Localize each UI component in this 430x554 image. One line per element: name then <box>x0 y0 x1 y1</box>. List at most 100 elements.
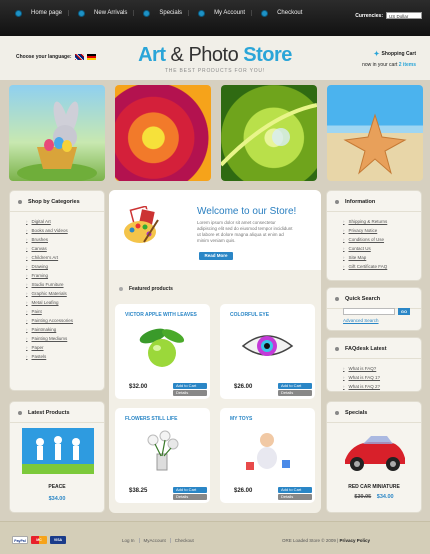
bullet-icon <box>199 10 205 16</box>
peace-product-image[interactable] <box>22 428 94 474</box>
faq-title: FAQdesk Latest <box>327 338 421 359</box>
information-box: Information Shipping & Returns Privacy N… <box>326 190 422 281</box>
welcome-panel: Welcome to our Store! Lorem ipsum dolor … <box>109 190 321 270</box>
main-content: Welcome to our Store! Lorem ipsum dolor … <box>109 190 321 513</box>
flowers-image[interactable] <box>135 428 190 473</box>
leaf-droplet-banner[interactable] <box>221 85 317 181</box>
advanced-search-link[interactable]: Advanced Search <box>343 318 379 323</box>
details-button[interactable]: Details <box>278 494 312 500</box>
read-more-button[interactable]: Read More <box>199 252 233 260</box>
category-link[interactable]: Pastels <box>26 352 104 361</box>
nav-label: My Account <box>214 10 246 16</box>
category-link[interactable]: Graphic Materials <box>26 289 104 298</box>
product-card: FLOWERS STILL LIFE $38.25 Add to Cart De… <box>115 408 210 503</box>
nav-specials[interactable]: Specials <box>133 10 188 16</box>
specials-product-name[interactable]: RED CAR MINIATURE <box>327 484 421 490</box>
info-link[interactable]: Shipping & Returns <box>343 217 421 226</box>
category-link[interactable]: Paint <box>26 307 104 316</box>
mastercard-icon: MC <box>31 536 47 544</box>
header: Choose your language: Art & Photo Store … <box>0 36 430 80</box>
information-title: Information <box>327 191 421 212</box>
footer-account-link[interactable]: MyAccount <box>138 538 170 543</box>
cart-status: now in your cart 2 items <box>362 62 416 68</box>
info-link[interactable]: Conditions of Use <box>343 235 421 244</box>
info-link[interactable]: Site Map <box>343 253 421 262</box>
cart-icon: ✦ <box>373 51 380 58</box>
nav-home[interactable]: Home page <box>6 10 68 16</box>
footer-links: Log In MyAccount Checkout <box>118 538 198 543</box>
quick-search-box: Quick Search GO Advanced Search <box>326 287 422 331</box>
add-to-cart-button[interactable]: Add to Cart <box>173 383 207 389</box>
categories-box: Shop by Categories Digital Art Books and… <box>9 190 105 391</box>
category-link[interactable]: Painting Mediums <box>26 334 104 343</box>
currency-label: Currencies: <box>355 12 383 19</box>
flower-petals-banner[interactable] <box>115 85 211 181</box>
product-price: $26.00 <box>234 488 253 494</box>
category-link[interactable]: Canvas <box>26 244 104 253</box>
apple-image[interactable] <box>135 324 190 369</box>
details-button[interactable]: Details <box>278 390 312 396</box>
search-go-button[interactable]: GO <box>398 308 410 315</box>
specials-prices: $39.95 $34.00 <box>327 494 421 500</box>
nav-label: Checkout <box>277 10 303 16</box>
footer-checkout-link[interactable]: Checkout <box>169 538 198 543</box>
specials-box: Specials RED CAR MINIATURE $39.95 $34.00 <box>326 401 422 513</box>
special-price: $34.00 <box>376 494 394 500</box>
category-link[interactable]: Brushes <box>26 235 104 244</box>
box-title-text: FAQdesk Latest <box>345 346 387 352</box>
category-link[interactable]: Children's Art <box>26 253 104 262</box>
eye-image[interactable] <box>240 324 295 369</box>
product-name[interactable]: MY TOYS <box>230 416 252 422</box>
info-link[interactable]: Privacy Notice <box>343 226 421 235</box>
product-name[interactable]: FLOWERS STILL LIFE <box>125 416 177 422</box>
faq-link[interactable]: What is FAQ? <box>343 364 421 373</box>
category-link[interactable]: Studio Furniture <box>26 280 104 289</box>
footer: PayPal MC VISA Log In MyAccount Checkout… <box>0 521 430 554</box>
currency-select[interactable]: US Dollar <box>386 12 422 19</box>
bullet-icon <box>16 10 21 16</box>
nav-label: New Arrivals <box>94 10 128 16</box>
droplet-illustration <box>221 103 317 167</box>
faq-link[interactable]: What is FAQ 1? <box>343 373 421 382</box>
category-link[interactable]: Books and Videos <box>26 226 104 235</box>
search-input[interactable] <box>343 308 395 315</box>
nav-checkout[interactable]: Checkout <box>251 10 308 16</box>
shopping-cart-box[interactable]: ✦ Shopping Cart now in your cart 2 items <box>362 50 416 68</box>
starfish-beach-banner[interactable] <box>327 85 423 181</box>
category-link[interactable]: Painting Accessories <box>26 316 104 325</box>
category-link[interactable]: Paper <box>26 343 104 352</box>
main-nav: Home page New Arrivals Specials My Accou… <box>6 10 308 16</box>
category-link[interactable]: Drawing <box>26 262 104 271</box>
easter-bunny-banner[interactable] <box>9 85 105 181</box>
category-link[interactable]: Framing <box>26 271 104 280</box>
nav-my-account[interactable]: My Account <box>188 10 251 16</box>
add-to-cart-button[interactable]: Add to Cart <box>278 487 312 493</box>
faq-link[interactable]: What is FAQ 2? <box>343 382 421 391</box>
bullet-icon <box>119 287 123 291</box>
category-link[interactable]: Metal Leafing <box>26 298 104 307</box>
footer-login-link[interactable]: Log In <box>118 538 139 543</box>
latest-product-name[interactable]: PEACE <box>10 484 104 490</box>
add-to-cart-button[interactable]: Add to Cart <box>278 383 312 389</box>
visa-icon: VISA <box>50 536 66 544</box>
category-link[interactable]: Digital Art <box>26 217 104 226</box>
product-price: $32.00 <box>129 384 148 390</box>
baby-toys-image[interactable] <box>240 428 295 473</box>
details-button[interactable]: Details <box>173 390 207 396</box>
copyright: ORE Loaded Store © 2009 | Privacy Policy <box>282 538 371 543</box>
details-button[interactable]: Details <box>173 494 207 500</box>
currency-selector: Currencies: US Dollar <box>355 12 422 19</box>
red-car-image[interactable] <box>341 430 409 474</box>
product-name[interactable]: COLORFUL EYE <box>230 312 269 318</box>
search-title: Quick Search <box>327 288 421 309</box>
add-to-cart-button[interactable]: Add to Cart <box>173 487 207 493</box>
info-link[interactable]: Gift Certificate FAQ <box>343 262 421 271</box>
bullet-icon <box>335 411 339 415</box>
cart-items-link[interactable]: 2 items <box>399 62 416 68</box>
info-link[interactable]: Contact Us <box>343 244 421 253</box>
nav-new-arrivals[interactable]: New Arrivals <box>68 10 133 16</box>
category-link[interactable]: Paintmaking <box>26 325 104 334</box>
product-name[interactable]: VICTOR APPLE WITH LEAVES <box>125 312 197 318</box>
banner-row <box>9 85 423 181</box>
privacy-policy-link[interactable]: Privacy Policy <box>340 538 371 543</box>
